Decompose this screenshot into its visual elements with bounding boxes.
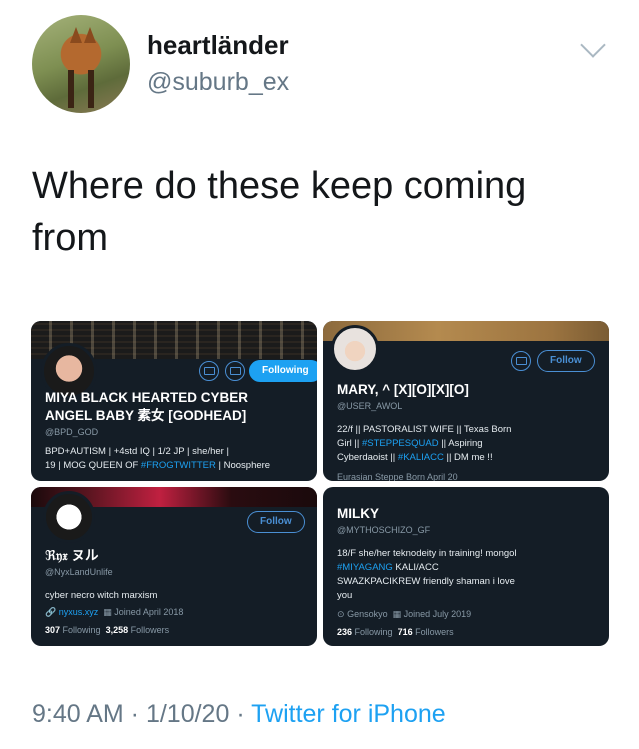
- bio-text: Cyberdaoist ||: [337, 452, 398, 463]
- profile-bio: 22/f || PASTORALIST WIFE || Texas Born: [337, 424, 512, 435]
- author-display-name[interactable]: heartländer: [147, 30, 289, 61]
- profile-name: MARY, ^ [X][O][X][O]: [337, 382, 469, 397]
- bio-text: || Aspiring: [438, 438, 483, 449]
- message-icon: [511, 351, 531, 371]
- following-count: 307: [45, 625, 61, 635]
- avatar-image-detail: [84, 27, 96, 43]
- profile-handle: @MYTHOSCHIZO_GF: [337, 525, 431, 535]
- bio-text: | Noosphere: [215, 460, 271, 471]
- hashtag-link: #STEPPESQUAD: [362, 438, 439, 449]
- tweet-media[interactable]: Following MIYA BLACK HEARTED CYBER ANGEL…: [31, 321, 609, 646]
- avatar: [331, 325, 379, 373]
- joined-date: Joined July 2019: [403, 609, 472, 619]
- profile-link: nyxus.xyz: [58, 607, 99, 617]
- followers-label: Followers: [415, 627, 454, 637]
- separator: ·: [123, 700, 146, 728]
- avatar-image-detail: [68, 70, 74, 108]
- bio-text: KALI/ACC: [392, 562, 439, 573]
- profile-handle: @BPD_GOD: [45, 427, 99, 437]
- profile-handle: @USER_AWOL: [337, 401, 403, 411]
- profile-bio: Girl || #STEPPESQUAD || Aspiring: [337, 437, 483, 451]
- profile-name: ANGEL BABY 素女 [GODHEAD]: [45, 408, 247, 423]
- profile-name: ℜ𝔶𝔵 ヌル: [45, 548, 99, 563]
- profile-name: MILKY: [337, 506, 379, 521]
- avatar: [43, 491, 95, 543]
- profile-meta: ⊙ Gensokyo ▦ Joined July 2019: [337, 609, 471, 620]
- profile-bio: 19 | MOG QUEEN OF #FROGTWITTER | Noosphe…: [45, 459, 270, 473]
- location-icon: ⊙: [337, 609, 345, 619]
- follow-counts: 307 Following 3,258 Followers: [45, 625, 169, 635]
- author-avatar[interactable]: [32, 15, 130, 113]
- followers-count: 716: [397, 627, 413, 637]
- profile-card: Follow ℜ𝔶𝔵 ヌル @NyxLandUnlife cyber necro…: [31, 487, 317, 646]
- tweet-time: 9:40 AM: [32, 700, 124, 728]
- calendar-icon: ▦: [392, 609, 402, 619]
- notification-icon: [225, 361, 245, 381]
- profile-bio: 18/F she/her teknodeity in training! mon…: [337, 548, 517, 559]
- follow-button: Follow: [247, 511, 305, 533]
- profile-bio: Cyberdaoist || #KALIACC || DM me !!: [337, 451, 493, 465]
- profile-meta: 🔗 nyxus.xyz ▦ Joined April 2018: [45, 607, 183, 618]
- tweet-date: 1/10/20: [145, 700, 230, 728]
- tweet-timestamp: 9:40 AM · 1/10/20 · Twitter for iPhone: [32, 700, 446, 729]
- following-label: Following: [62, 625, 101, 635]
- calendar-icon: ▦: [103, 607, 112, 617]
- message-icon: [199, 361, 219, 381]
- bio-text: 19 | MOG QUEEN OF: [45, 460, 141, 471]
- separator: ·: [229, 700, 252, 728]
- followers-count: 3,258: [105, 625, 129, 635]
- bio-text: || DM me !!: [443, 452, 493, 463]
- hashtag-link: #KALIACC: [397, 452, 444, 463]
- bio-text: Girl ||: [337, 438, 362, 449]
- profile-card: MILKY @MYTHOSCHIZO_GF 18/F she/her tekno…: [323, 487, 609, 646]
- author-handle[interactable]: @suburb_ex: [147, 68, 289, 97]
- profile-card: Follow MARY, ^ [X][O][X][O] @USER_AWOL 2…: [323, 321, 609, 481]
- link-icon: 🔗: [45, 607, 57, 617]
- following-count: 236: [337, 627, 353, 637]
- chevron-down-icon[interactable]: [580, 32, 606, 58]
- tweet-source-link[interactable]: Twitter for iPhone: [251, 700, 446, 728]
- profile-bio: cyber necro witch marxism: [45, 590, 158, 601]
- profile-bio: SWAZKPACIKREW friendly shaman i love: [337, 576, 515, 587]
- avatar-image-detail: [70, 27, 82, 43]
- followers-label: Followers: [130, 625, 170, 635]
- joined-date: Joined April 2018: [114, 607, 184, 617]
- profile-handle: @NyxLandUnlife: [45, 567, 113, 577]
- follow-button: Follow: [537, 350, 595, 372]
- profile-meta: Eurasian Steppe Born April 20: [337, 472, 458, 481]
- profile-bio: BPD+AUTISM | +4std IQ | 1/2 JP | she/her…: [45, 446, 229, 457]
- profile-bio: you: [337, 590, 353, 601]
- profile-bio: #MIYAGANG KALI/ACC: [337, 561, 439, 575]
- following-button: Following: [249, 360, 317, 382]
- profile-name: MIYA BLACK HEARTED CYBER: [45, 390, 249, 405]
- follow-counts: 236 Following 716 Followers: [337, 627, 454, 637]
- profile-location: Gensokyo: [347, 609, 388, 619]
- following-label: Following: [354, 627, 393, 637]
- hashtag-link: #FROGTWITTER: [140, 460, 216, 471]
- hashtag-link: #MIYAGANG: [337, 562, 393, 573]
- profile-card: Following MIYA BLACK HEARTED CYBER ANGEL…: [31, 321, 317, 481]
- tweet-text: Where do these keep coming from: [32, 165, 527, 259]
